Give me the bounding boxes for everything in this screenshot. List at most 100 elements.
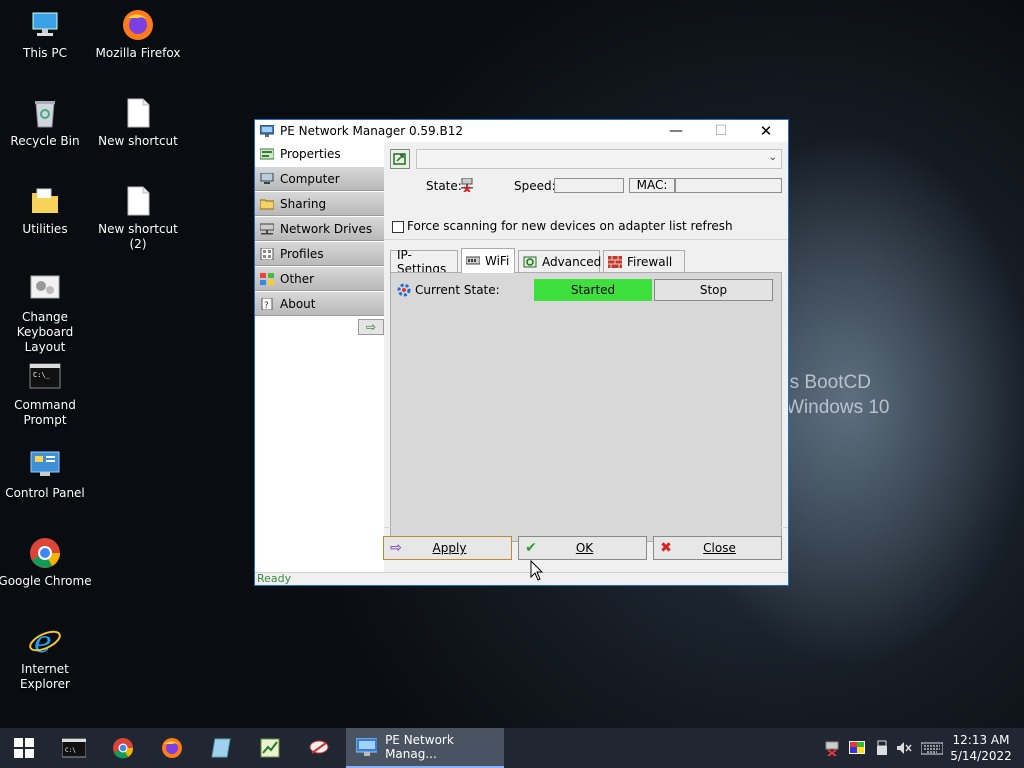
sidebar-item-other[interactable]: Other (255, 267, 384, 291)
sidebar-item-sharing[interactable]: Sharing (255, 192, 384, 216)
pe-network-manager-window: PE Network Manager 0.59.B12 — ☐ ✕ Proper… (254, 119, 789, 586)
network-drive-icon (259, 223, 275, 235)
taskbar-command-prompt[interactable]: C:\ (50, 728, 98, 768)
taskbar-pe-network-manager[interactable]: PE Network Manag... (346, 728, 504, 768)
keyboard-tray-icon[interactable] (920, 740, 944, 756)
divider (384, 239, 788, 240)
desktop-icon-firefox[interactable]: Mozilla Firefox (90, 8, 186, 61)
apply-arrow-icon: ⇨ (390, 540, 402, 556)
tab-ip-settings[interactable]: IP-Settings (390, 248, 458, 276)
desktop-icon-keyboard-layout[interactable]: Change Keyboard Layout (0, 272, 93, 355)
taskbar-task-manager[interactable] (246, 728, 294, 768)
chrome-icon (28, 536, 62, 570)
properties-panel: ⌄ State: Speed: MAC: Force scanning for … (384, 142, 788, 542)
chrome-icon (113, 738, 134, 759)
close-button[interactable]: ✖ Close (653, 536, 782, 560)
close-window-button[interactable]: ✕ (743, 120, 789, 142)
desktop-icon-control-panel[interactable]: Control Panel (0, 448, 93, 501)
svg-text:e: e (34, 625, 52, 658)
refresh-adapters-button[interactable] (390, 149, 410, 169)
display-tray-icon[interactable] (849, 740, 865, 756)
firewall-icon (608, 255, 622, 268)
speed-field (554, 178, 624, 193)
cmd-icon: C:\ (62, 738, 86, 758)
close-x-icon: ✖ (660, 540, 672, 556)
desktop-icon-new-shortcut[interactable]: New shortcut (90, 96, 186, 149)
recycle-bin-icon (28, 96, 62, 130)
window-titlebar[interactable]: PE Network Manager 0.59.B12 — ☐ ✕ (255, 120, 788, 142)
control-panel-icon (28, 448, 62, 482)
advanced-settings-icon (523, 256, 537, 268)
taskbar-network-tool[interactable] (295, 728, 343, 768)
checkmark-icon: ✔ (525, 540, 537, 556)
adapter-select[interactable]: ⌄ (416, 149, 782, 169)
taskbar-firefox[interactable] (148, 728, 196, 768)
refresh-icon (393, 153, 406, 165)
clock-time: 12:13 AM (952, 733, 1010, 747)
minimize-button[interactable]: — (653, 120, 699, 142)
divider (384, 527, 788, 528)
sidebar: Properties Computer Sharing Network Driv… (255, 142, 384, 576)
desktop-icon-google-chrome[interactable]: Google Chrome (0, 536, 93, 589)
taskbar: C:\ PE Network Manag... 12:13 AM 5/14/20… (0, 728, 1024, 768)
tab-advanced[interactable]: Advanced (518, 250, 601, 272)
firefox-icon (121, 8, 155, 42)
maximize-button[interactable]: ☐ (698, 120, 744, 142)
current-state-label: Current State: (415, 283, 500, 297)
apply-button[interactable]: ⇨ Apply (383, 536, 512, 560)
svg-text:C:\_: C:\_ (33, 371, 51, 379)
clock-date: 5/14/2022 (950, 749, 1012, 763)
desktop-icon-internet-explorer[interactable]: e Internet Explorer (0, 624, 93, 692)
wifi-adapter-icon (465, 255, 481, 267)
task-manager-icon (260, 738, 280, 758)
speed-label: Speed: (514, 179, 556, 193)
network-tool-icon (309, 740, 329, 754)
sidebar-item-computer[interactable]: Computer (255, 167, 384, 191)
window-title: PE Network Manager 0.59.B12 (280, 124, 463, 138)
network-tray-icon[interactable] (824, 740, 840, 757)
volume-muted-icon[interactable] (896, 740, 912, 756)
ie-icon: e (28, 624, 62, 660)
about-icon: ? (260, 297, 274, 311)
force-scan-checkbox[interactable] (392, 221, 404, 233)
network-manager-icon (259, 124, 275, 137)
wallpaper-text: 's BootCD Windows 10 (786, 372, 890, 418)
wifi-service-icon (396, 282, 412, 298)
desktop-icon-recycle-bin[interactable]: Recycle Bin (0, 96, 93, 149)
taskbar-explorer[interactable] (197, 728, 245, 768)
folder-icon (28, 184, 62, 218)
sidebar-item-profiles[interactable]: Profiles (255, 242, 384, 266)
taskbar-clock[interactable]: 12:13 AM 5/14/2022 (948, 732, 1014, 764)
status-bar: Ready (255, 572, 788, 585)
stop-wifi-button[interactable]: Stop (654, 279, 773, 301)
network-disconnected-icon (460, 177, 474, 193)
tab-firewall[interactable]: Firewall (603, 250, 685, 272)
desktop-icon-command-prompt[interactable]: C:\_ Command Prompt (0, 360, 93, 428)
mouse-cursor-icon (530, 560, 544, 581)
tab-wifi[interactable]: WiFi (461, 248, 515, 273)
sidebar-item-properties[interactable]: Properties (255, 142, 384, 166)
usb-tray-icon[interactable] (874, 740, 890, 756)
sidebar-item-network-drives[interactable]: Network Drives (255, 217, 384, 241)
explorer-icon (211, 738, 231, 758)
svg-text:C:\: C:\ (65, 747, 76, 754)
start-button[interactable] (0, 728, 48, 768)
file-icon (121, 184, 155, 218)
desktop-icon-this-pc[interactable]: This PC (0, 8, 93, 61)
cmd-icon: C:\_ (28, 360, 62, 394)
taskbar-chrome[interactable] (99, 728, 147, 768)
other-grid-icon (260, 272, 274, 285)
chevron-down-icon: ⌄ (768, 152, 777, 163)
wifi-tab-panel: Current State: Started Stop (390, 272, 782, 542)
keyboard-layout-icon (28, 272, 62, 306)
state-label: State: (426, 179, 462, 193)
collapse-arrow-button[interactable]: ⇨ (358, 319, 384, 335)
network-manager-icon (356, 738, 378, 756)
desktop-icon-utilities[interactable]: Utilities (0, 184, 93, 237)
mac-field (675, 178, 782, 193)
computer-icon (260, 172, 274, 185)
desktop-icon-new-shortcut-2[interactable]: New shortcut (2) (90, 184, 186, 252)
sidebar-item-about[interactable]: ? About (255, 292, 384, 316)
profiles-icon (260, 247, 274, 260)
ok-button[interactable]: ✔ OK (518, 536, 647, 560)
